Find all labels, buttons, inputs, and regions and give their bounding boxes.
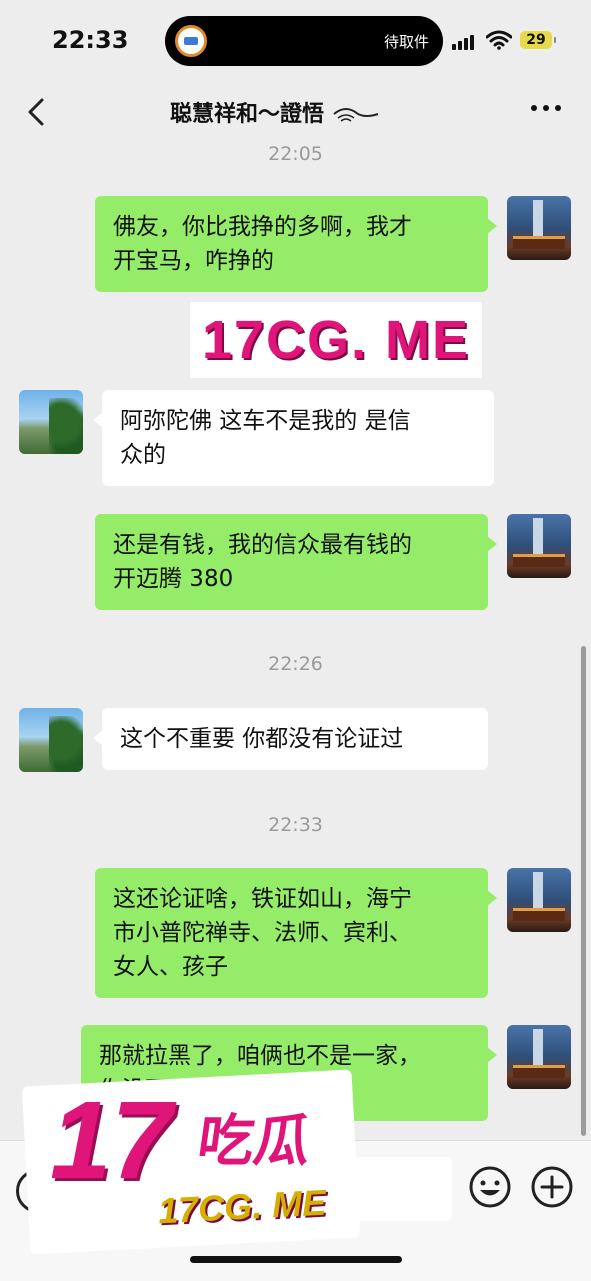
- message-bubble[interactable]: 还是有钱，我的信众最有钱的 开迈腾 380: [95, 514, 497, 610]
- timestamp: 22:33: [268, 814, 323, 836]
- status-bar: 22:33 待取件 29: [0, 0, 591, 80]
- message-line: 还是有钱，我的信众最有钱的: [113, 532, 412, 558]
- dynamic-island[interactable]: 待取件: [165, 16, 443, 66]
- message-item: 这还论证啥，铁证如山，海宁 市小普陀禅寺、法师、宾利、 女人、孩子: [0, 868, 571, 998]
- timestamp: 22:26: [268, 653, 323, 675]
- eye-icon: [333, 108, 379, 122]
- my-avatar[interactable]: [507, 514, 571, 578]
- message-item: 佛友，你比我挣的多啊，我才 开宝马，咋挣的: [0, 196, 571, 292]
- message-line: 那就拉黑了，咱俩也不是一家，: [99, 1043, 421, 1069]
- status-time: 22:33: [52, 26, 129, 54]
- my-avatar[interactable]: [507, 196, 571, 260]
- contact-avatar[interactable]: [19, 708, 83, 772]
- watermark-chinese: 吃瓜: [193, 1109, 315, 1174]
- chevron-left-icon[interactable]: [18, 92, 58, 132]
- delivery-app-icon: [175, 25, 207, 57]
- watermark-domain: 17CG. ME: [157, 1181, 327, 1232]
- message-line: 这个不重要 你都没有论证过: [120, 726, 404, 752]
- island-text: 待取件: [383, 33, 429, 51]
- chat-header: 聪慧祥和～證悟: [0, 80, 591, 142]
- battery-indicator: 29: [520, 31, 556, 49]
- message-item: 阿弥陀佛 这车不是我的 是信 众的: [0, 390, 494, 486]
- message-item: 还是有钱，我的信众最有钱的 开迈腾 380: [0, 514, 571, 610]
- message-bubble[interactable]: 这还论证啥，铁证如山，海宁 市小普陀禅寺、法师、宾利、 女人、孩子: [95, 868, 497, 998]
- message-line: 众的: [120, 442, 166, 468]
- message-line: 开迈腾 380: [113, 566, 234, 592]
- message-line: 开宝马，咋挣的: [113, 248, 274, 274]
- my-avatar[interactable]: [507, 868, 571, 932]
- more-dots-icon[interactable]: [528, 98, 564, 118]
- timestamp: 22:05: [268, 143, 323, 165]
- home-indicator[interactable]: [190, 1256, 402, 1263]
- message-line: 佛友，你比我挣的多啊，我才: [113, 214, 412, 240]
- message-line: 阿弥陀佛 这车不是我的 是信: [120, 408, 411, 434]
- my-avatar[interactable]: [507, 1025, 571, 1089]
- cellular-signal-icon: [452, 34, 476, 50]
- plus-icon[interactable]: [530, 1165, 574, 1209]
- contact-avatar[interactable]: [19, 390, 83, 454]
- message-bubble[interactable]: 佛友，你比我挣的多啊，我才 开宝马，咋挣的: [95, 196, 497, 292]
- watermark-logo: 17 吃瓜 17CG. ME: [21, 1069, 361, 1255]
- message-bubble[interactable]: 这个不重要 你都没有论证过: [93, 708, 488, 770]
- message-line: 女人、孩子: [113, 954, 228, 980]
- watermark-banner: 17CG. ME: [190, 302, 482, 378]
- message-item: 这个不重要 你都没有论证过: [0, 708, 488, 772]
- message-bubble[interactable]: 阿弥陀佛 这车不是我的 是信 众的: [93, 390, 494, 486]
- chat-title-text: 聪慧祥和～證悟: [170, 102, 325, 127]
- watermark-number: 17: [50, 1079, 173, 1202]
- wifi-icon: [486, 30, 512, 50]
- message-line: 市小普陀禅寺、法师、宾利、: [113, 920, 412, 946]
- emoji-icon[interactable]: [468, 1165, 512, 1209]
- chat-scrollbar[interactable]: [581, 646, 586, 1136]
- chat-title: 聪慧祥和～證悟: [170, 96, 380, 128]
- message-line: 这还论证啥，铁证如山，海宁: [113, 886, 412, 912]
